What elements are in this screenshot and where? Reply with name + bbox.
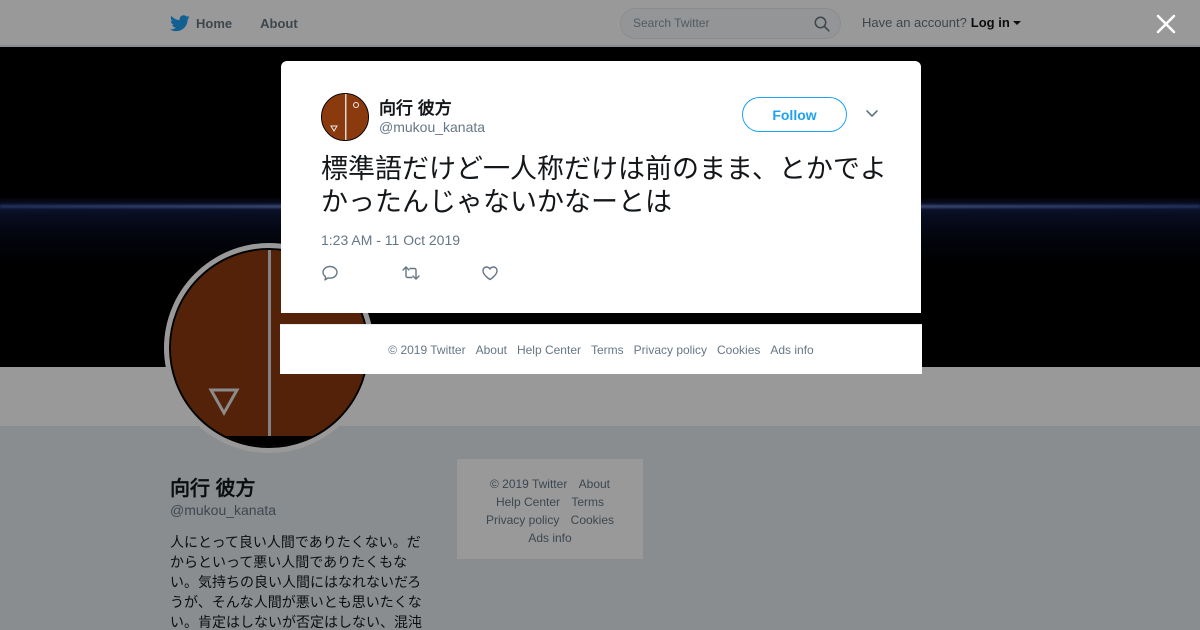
tweet-author-handle[interactable]: @mukou_kanata [379, 119, 485, 135]
modal-footer-ads-link[interactable]: Ads info [770, 343, 813, 357]
modal-footer-privacy-link[interactable]: Privacy policy [634, 343, 707, 357]
close-icon[interactable] [1154, 12, 1178, 36]
tweet-modal: 向行 彼方 @mukou_kanata Follow 標準語だけど一人称だけは前… [281, 61, 921, 313]
modal-footer-cookies-link[interactable]: Cookies [717, 343, 760, 357]
modal-footer-help-link[interactable]: Help Center [517, 343, 581, 357]
modal-footer-terms-link[interactable]: Terms [591, 343, 624, 357]
follow-button[interactable]: Follow [742, 97, 847, 132]
like-icon [482, 266, 498, 281]
tweet-actions [321, 263, 561, 283]
modal-footer-about-link[interactable]: About [476, 343, 507, 357]
retweet-action[interactable] [401, 263, 481, 283]
reply-action[interactable] [321, 263, 401, 283]
modal-footer-copyright: © 2019 Twitter [388, 342, 466, 357]
tweet-text: 標準語だけど一人称だけは前のまま、とかでよかったんじゃないかなーとは [321, 154, 887, 218]
tweet-timestamp[interactable]: 1:23 AM - 11 Oct 2019 [321, 232, 460, 248]
modal-footer: © 2019 Twitter About Help Center Terms P… [280, 324, 922, 374]
tweet-author-avatar[interactable] [321, 93, 369, 141]
tweet-author-name[interactable]: 向行 彼方 [379, 94, 452, 119]
retweet-icon [402, 266, 420, 280]
chevron-down-icon[interactable] [865, 109, 879, 119]
reply-icon [322, 265, 338, 281]
avatar-thumb-icon [322, 94, 368, 140]
like-action[interactable] [481, 263, 561, 283]
